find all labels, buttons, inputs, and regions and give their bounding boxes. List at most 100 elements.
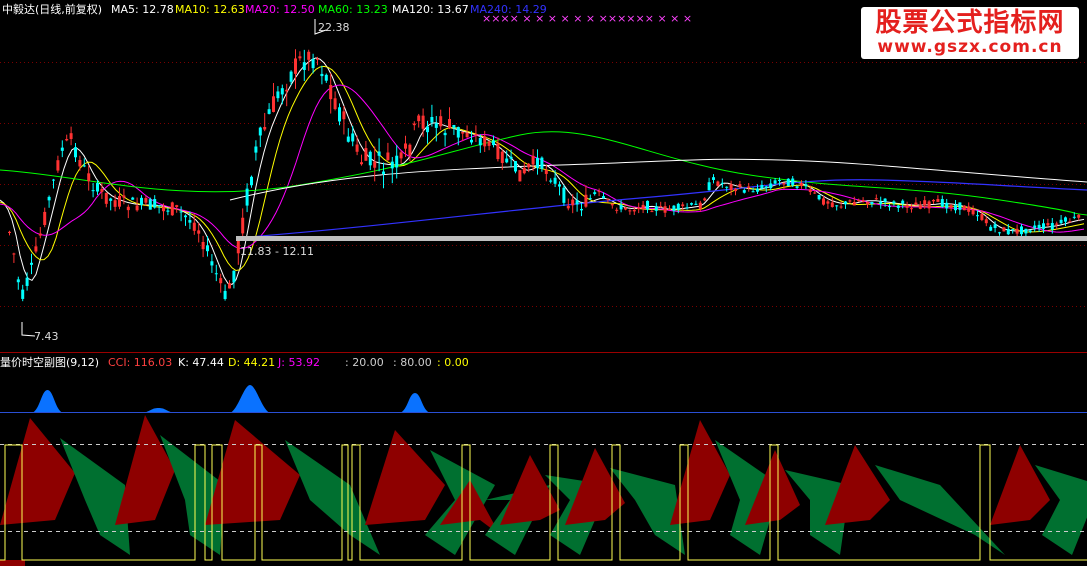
candle-body (940, 199, 944, 207)
candle-body (179, 211, 183, 213)
candle-body (487, 141, 491, 146)
candle-body (126, 206, 130, 211)
candle-body (861, 199, 865, 202)
candle-body (276, 91, 280, 99)
candle-body (544, 169, 548, 174)
candle-body (412, 123, 416, 126)
sub-legend: 量价时空副图(9,12) CCI: 116.03 K: 47.44 D: 44.… (0, 355, 469, 369)
candle-body (830, 202, 834, 208)
cci-label: CCI: 116.03 (108, 356, 172, 369)
candle-body (8, 231, 11, 233)
candle-body (566, 205, 570, 209)
candle-body (1037, 224, 1041, 229)
candle-body (980, 214, 984, 220)
candle-body (734, 188, 737, 192)
candle-body (527, 163, 531, 168)
candle-body (932, 199, 935, 202)
candle-body (1015, 228, 1019, 234)
candle-body (197, 230, 201, 234)
candle-body (157, 205, 161, 207)
candle-body (456, 127, 460, 138)
candle-body (659, 206, 663, 208)
candle-body (492, 140, 495, 146)
candle-body (949, 205, 953, 209)
candle-body (694, 203, 698, 205)
candle-body (575, 200, 579, 205)
candle-body (813, 192, 817, 194)
candle-body (333, 98, 337, 110)
candle-body (470, 139, 473, 143)
candle-body (38, 233, 42, 236)
candle-body (131, 197, 135, 200)
candle-body (184, 215, 187, 218)
candle-body (848, 200, 852, 202)
candle-body (681, 204, 685, 207)
candle-body (989, 226, 993, 231)
candle-body (668, 208, 671, 210)
candle-body (747, 186, 751, 188)
candle-body (958, 202, 962, 210)
candle-body (382, 171, 385, 175)
candle-body (109, 198, 113, 201)
candle-body (914, 202, 918, 206)
candle-body (478, 138, 482, 146)
candle-body (888, 206, 891, 208)
candle-body (896, 205, 900, 208)
candle-body (368, 151, 372, 166)
candle-body (514, 161, 517, 172)
candle-body (580, 208, 583, 211)
candle-body (760, 184, 764, 189)
candle-body (104, 192, 108, 204)
candle-body (791, 178, 795, 186)
candle-body (610, 203, 614, 206)
candle-body (778, 179, 781, 181)
level-0-label: : 0.00 (437, 356, 469, 369)
candle-body (817, 194, 821, 200)
stock-chart[interactable]: 中毅达(日线,前复权) MA5: 12.78 MA10: 12.63 MA20:… (0, 0, 1087, 566)
main-legend: 中毅达(日线,前复权) MA5: 12.78 MA10: 12.63 MA20:… (2, 2, 547, 16)
candle-body (12, 253, 16, 255)
candle-body (637, 207, 641, 210)
candle-body (549, 180, 553, 182)
candle-body (901, 200, 905, 204)
candle-body (800, 183, 803, 187)
candle-body (417, 115, 421, 122)
candle-body (839, 206, 843, 208)
candle-body (360, 162, 363, 165)
candle-body (808, 189, 812, 192)
candle-body (685, 207, 689, 209)
candle-body (1059, 219, 1063, 224)
candle-body (954, 205, 957, 211)
candle-body (602, 196, 605, 199)
candle-body (654, 206, 658, 211)
candle-body (1072, 216, 1076, 218)
candle-body (192, 222, 196, 231)
candle-body (606, 198, 610, 200)
candle-body (289, 71, 293, 82)
candle-body (280, 88, 284, 95)
candle-body (927, 201, 931, 209)
stock-name-label: 中毅达(日线,前复权) (2, 2, 102, 16)
candle-body (263, 126, 267, 130)
candle-body (188, 220, 192, 223)
candle-body (923, 200, 927, 206)
level-20-label: : 20.00 (345, 356, 384, 369)
candle-body (65, 138, 69, 141)
candle-body (518, 170, 522, 182)
candle-body (786, 178, 790, 186)
candle-body (426, 126, 429, 133)
candle-body (338, 107, 341, 122)
candle-body (588, 198, 592, 200)
candle-body (1050, 223, 1054, 230)
candle-body (962, 205, 966, 211)
candle-body (738, 184, 742, 187)
candle-body (47, 196, 51, 201)
candle-body (1033, 225, 1037, 228)
candle-body (395, 155, 399, 168)
candle-body (223, 290, 227, 299)
level-80-label: : 80.00 (393, 356, 432, 369)
candle-body (1068, 221, 1072, 223)
candle-body (404, 143, 407, 149)
candle-body (140, 197, 143, 205)
candle-body (316, 58, 319, 60)
